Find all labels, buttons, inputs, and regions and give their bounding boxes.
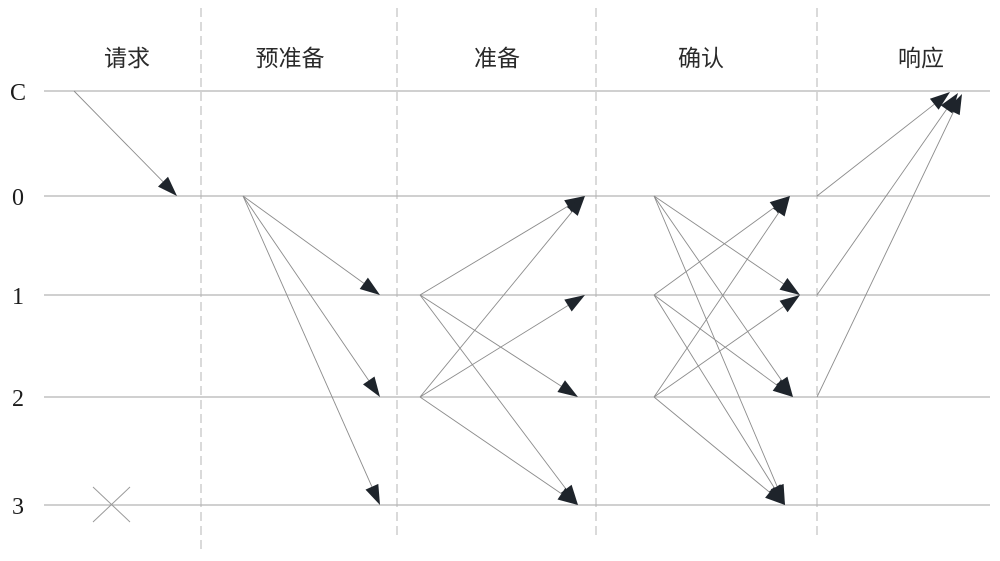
message-line [419, 305, 569, 398]
node-label-0: 0 [12, 185, 24, 211]
node-label-1: 1 [12, 284, 24, 310]
message-arrow-pre-prepare-0-to-2 [242, 195, 380, 397]
message-line [73, 90, 164, 183]
message-line [419, 211, 573, 398]
message-line [653, 306, 784, 398]
arrowhead-icon [564, 295, 585, 312]
message-line [816, 103, 935, 197]
node-label-client: C [10, 80, 26, 106]
message-arrow-prepare-2-to-1 [419, 295, 585, 398]
message-arrow-prepare-1-to-3 [419, 294, 578, 505]
message-arrow-commit-1-to-0 [653, 196, 790, 296]
message-arrow-commit-1-to-2 [653, 294, 793, 397]
message-arrow-reply-0-to-C [816, 92, 950, 197]
message-arrow-commit-0-to-3 [653, 195, 785, 505]
message-arrow-commit-2-to-1 [653, 295, 800, 398]
message-line [242, 195, 365, 284]
arrowhead-icon [359, 277, 380, 295]
message-line [816, 109, 947, 296]
message-line [419, 205, 569, 296]
message-line [653, 396, 770, 493]
message-arrow-commit-1-to-3 [653, 294, 785, 505]
message-arrow-prepare-2-to-3 [419, 396, 578, 505]
message-arrow-prepare-2-to-0 [419, 196, 585, 398]
message-arrow-request-C-to-0 [73, 90, 177, 196]
phase-dividers [200, 8, 818, 553]
message-arrow-commit-2-to-3 [653, 396, 785, 505]
message-line [419, 396, 562, 495]
message-line [242, 195, 370, 381]
phase-label-prepare: 准备 [474, 46, 520, 72]
messages [73, 90, 962, 505]
arrowhead-icon [557, 380, 578, 397]
message-line [653, 195, 778, 487]
message-arrow-pre-prepare-0-to-1 [242, 195, 380, 295]
message-arrow-reply-1-to-C [816, 93, 958, 296]
node-lanes [44, 90, 990, 506]
message-line [653, 195, 784, 285]
node-label-2: 2 [12, 386, 24, 412]
message-arrow-prepare-1-to-0 [419, 196, 585, 296]
message-line [242, 195, 373, 487]
phase-label-request: 请求 [104, 46, 150, 72]
arrowhead-icon [779, 278, 800, 295]
node-label-3: 3 [12, 494, 24, 520]
node-labels: C 0 1 2 3 [10, 80, 26, 520]
phase-label-pre-prepare: 预准备 [256, 46, 325, 72]
message-arrow-pre-prepare-0-to-3 [242, 195, 380, 505]
arrowhead-icon [779, 295, 800, 313]
message-line [653, 294, 775, 489]
arrowhead-icon [363, 376, 380, 397]
message-arrow-prepare-1-to-2 [419, 294, 578, 397]
message-line [419, 294, 562, 387]
arrowhead-icon [365, 483, 380, 505]
phase-label-reply: 响应 [898, 46, 944, 72]
phase-labels: 请求 预准备 准备 确认 响应 [104, 46, 944, 72]
message-line [816, 111, 954, 398]
pbft-sequence-diagram: 请求 预准备 准备 确认 响应 C 0 1 2 3 [10, 8, 990, 553]
phase-label-commit: 确认 [678, 46, 724, 72]
message-line [653, 294, 778, 386]
message-line [419, 294, 567, 490]
